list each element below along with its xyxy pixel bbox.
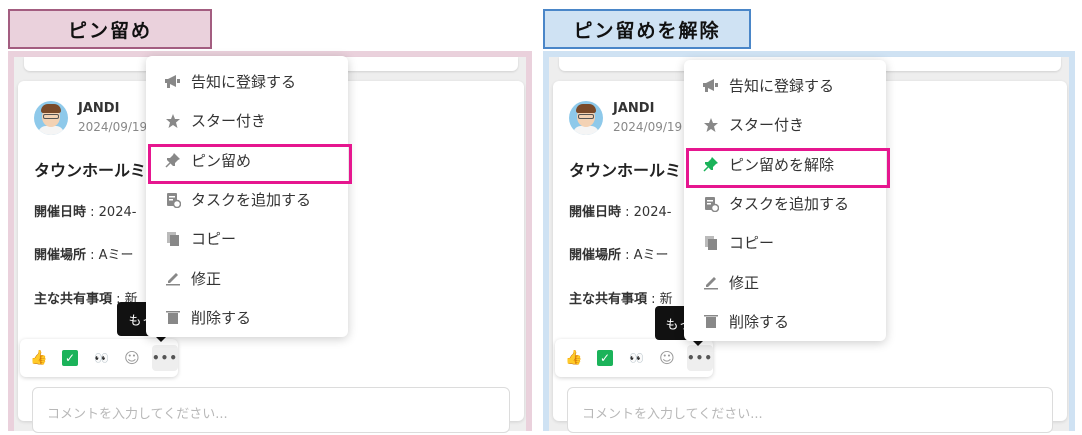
star-icon <box>702 116 719 133</box>
star-icon <box>164 112 181 129</box>
menu-item-star[interactable]: スター付き <box>146 101 348 140</box>
info-location: 開催場所 : Aミー <box>34 244 134 263</box>
trash-icon <box>164 309 181 326</box>
eyes-icon[interactable]: 👀 <box>625 347 647 369</box>
add-emoji-icon[interactable]: ☺ <box>121 347 143 369</box>
menu-item-label: スター付き <box>729 116 805 135</box>
sender-name[interactable]: JANDI <box>613 101 654 116</box>
message-date: 2024/09/19 <box>613 120 683 134</box>
menu-item-label: 削除する <box>729 312 790 331</box>
menu-item-label: ピン留めを解除 <box>729 155 835 174</box>
left-panel: ピン留め JANDI 2024/09/19 タウンホールミ 開催日時 : 202… <box>0 0 535 435</box>
message-title: タウンホールミ <box>34 161 147 180</box>
reaction-bar: 👍 ✓ 👀 ☺ ••• <box>20 339 178 377</box>
menu-item-delete[interactable]: 削除する <box>684 302 886 341</box>
info-label: 開催場所 <box>34 248 87 263</box>
info-datetime: 開催日時 : 2024- <box>34 201 136 220</box>
menu-item-add-task[interactable]: タスクを追加する <box>684 184 886 223</box>
context-menu: 告知に登録する スター付き ピン留めを解除 タスクを追加する コピー 修正 削除… <box>684 60 890 342</box>
check-icon: ✓ <box>597 350 613 366</box>
menu-item-delete[interactable]: 削除する <box>146 298 348 337</box>
menu-item-label: ピン留め <box>191 151 252 170</box>
info-location: 開催場所 : Aミー <box>569 244 669 263</box>
menu-item-label: 告知に登録する <box>191 73 297 92</box>
megaphone-icon <box>702 77 719 94</box>
menu-item-label: スター付き <box>191 112 267 131</box>
comment-input[interactable]: コメントを入力してください... <box>32 387 510 433</box>
menu-item-edit[interactable]: 修正 <box>684 262 886 301</box>
info-value: : 新 <box>647 292 673 307</box>
check-icon: ✓ <box>62 350 78 366</box>
menu-item-announce[interactable]: 告知に登録する <box>146 62 348 101</box>
comment-input[interactable]: コメントを入力してください... <box>567 387 1053 433</box>
task-icon <box>702 195 719 212</box>
menu-item-unpin[interactable]: ピン留めを解除 <box>684 145 890 188</box>
pin-icon <box>164 152 181 169</box>
pin-icon <box>702 156 719 173</box>
megaphone-icon <box>164 73 181 90</box>
edit-icon <box>164 270 181 287</box>
thumbs-up-icon[interactable]: 👍 <box>563 347 585 369</box>
info-value: : 2024- <box>621 205 672 220</box>
context-menu: 告知に登録する スター付き ピン留め タスクを追加する コピー 修正 削除する <box>146 56 352 338</box>
reaction-bar: 👍 ✓ 👀 ☺ ••• <box>555 339 713 377</box>
trash-icon <box>702 313 719 330</box>
task-icon <box>164 191 181 208</box>
check-reaction-button[interactable]: ✓ <box>594 347 616 369</box>
info-label: 開催日時 <box>34 205 87 220</box>
message-title: タウンホールミ <box>569 161 682 180</box>
avatar[interactable] <box>569 101 603 135</box>
sender-name[interactable]: JANDI <box>78 101 119 116</box>
eyes-icon[interactable]: 👀 <box>90 347 112 369</box>
avatar[interactable] <box>34 101 68 135</box>
more-options-button[interactable]: ••• <box>152 345 178 371</box>
right-panel: ピン留めを解除 JANDI 2024/09/19 タウンホールミ 開催日時 : … <box>540 0 1082 435</box>
panel-title: ピン留め <box>8 9 212 49</box>
info-value: : Aミー <box>86 248 134 263</box>
menu-item-label: 告知に登録する <box>729 77 835 96</box>
info-label: 主な共有事項 <box>34 292 113 307</box>
menu-item-copy[interactable]: コピー <box>146 219 348 258</box>
menu-item-label: コピー <box>729 234 775 253</box>
menu-item-announce[interactable]: 告知に登録する <box>684 66 886 105</box>
copy-icon <box>164 230 181 247</box>
menu-item-pin[interactable]: ピン留め <box>146 141 352 184</box>
menu-item-add-task[interactable]: タスクを追加する <box>146 180 348 219</box>
edit-icon <box>702 274 719 291</box>
menu-item-edit[interactable]: 修正 <box>146 258 348 297</box>
menu-item-label: 修正 <box>729 273 760 292</box>
info-datetime: 開催日時 : 2024- <box>569 201 671 220</box>
add-emoji-icon[interactable]: ☺ <box>656 347 678 369</box>
menu-item-label: タスクを追加する <box>191 191 312 210</box>
info-label: 開催日時 <box>569 205 622 220</box>
menu-item-label: 修正 <box>191 269 222 288</box>
copy-icon <box>702 234 719 251</box>
menu-item-copy[interactable]: コピー <box>684 223 886 262</box>
menu-item-star[interactable]: スター付き <box>684 105 886 144</box>
info-label: 主な共有事項 <box>569 292 648 307</box>
message-date: 2024/09/19 <box>78 120 148 134</box>
info-value: : 2024- <box>86 205 137 220</box>
menu-item-label: コピー <box>191 230 237 249</box>
menu-item-label: タスクを追加する <box>729 195 850 214</box>
check-reaction-button[interactable]: ✓ <box>59 347 81 369</box>
info-value: : Aミー <box>621 248 669 263</box>
menu-item-label: 削除する <box>191 308 252 327</box>
thumbs-up-icon[interactable]: 👍 <box>28 347 50 369</box>
more-options-button[interactable]: ••• <box>687 345 713 371</box>
panel-title: ピン留めを解除 <box>543 9 751 49</box>
info-topics: 主な共有事項 : 新 <box>569 288 673 307</box>
info-label: 開催場所 <box>569 248 622 263</box>
